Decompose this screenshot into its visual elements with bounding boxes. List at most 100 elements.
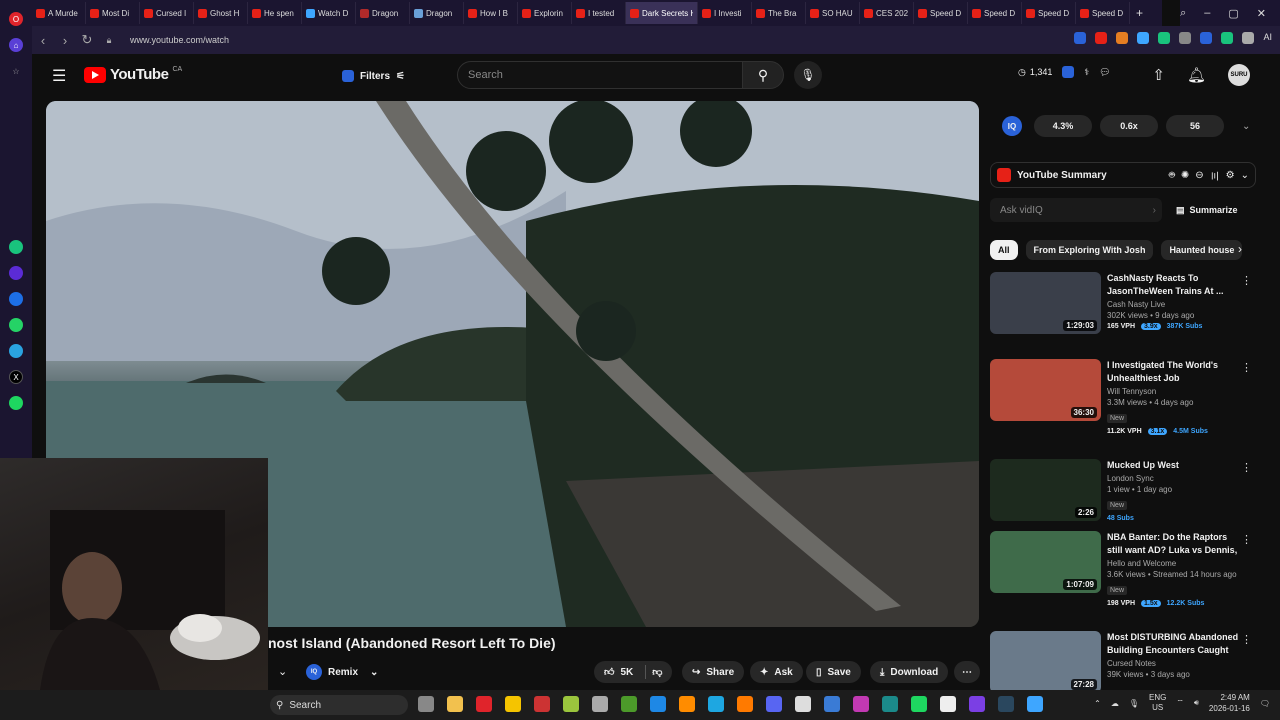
maximize-icon[interactable]: ▢ [1228, 7, 1238, 20]
settings-icon[interactable]: ⚙ [1226, 170, 1235, 181]
search-tabs-icon[interactable]: ⌕ [1180, 7, 1186, 20]
messenger-icon[interactable] [9, 292, 23, 306]
video-thumbnail[interactable]: 36:30 [990, 359, 1101, 421]
robot-icon[interactable]: 🤖︎ [1169, 168, 1175, 182]
video-thumbnail[interactable]: 27:28 [990, 631, 1101, 693]
browser-tab[interactable]: How I B [464, 2, 518, 24]
openai-icon[interactable]: ✺ [1181, 170, 1189, 181]
extension-icon[interactable] [1095, 32, 1108, 44]
reload-icon[interactable]: ↻ [76, 32, 98, 48]
cloud-icon[interactable]: ☁ [1111, 699, 1119, 708]
clock[interactable]: 2:49 AM 2026-01-16 [1209, 692, 1250, 714]
browser-tab[interactable]: Speed D [968, 2, 1022, 24]
browser-tab[interactable]: Explorin [518, 2, 572, 24]
audio-icon[interactable]: 〣 [1210, 168, 1220, 183]
video-thumbnail[interactable]: 1:07:09 [990, 531, 1101, 593]
like-button[interactable]: 👍︎ 5K 👎︎ [594, 661, 673, 683]
forward-icon[interactable]: › [54, 33, 76, 48]
chevron-down-icon[interactable]: ⌄ [1242, 121, 1250, 132]
new-tab-icon[interactable]: + [1136, 6, 1143, 20]
extension-icon[interactable] [1137, 32, 1150, 44]
browser-tab[interactable]: Ghost H [194, 2, 248, 24]
channel-name[interactable]: London Sync [1107, 474, 1243, 483]
telegram-icon[interactable] [9, 344, 23, 358]
channel-name[interactable]: Will Tennyson [1107, 387, 1243, 396]
video-thumbnail[interactable]: 1:29:03 [990, 272, 1101, 334]
x-icon[interactable]: X [9, 370, 23, 384]
app-icon[interactable] [650, 696, 666, 712]
more-actions-button[interactable]: ⋯ [954, 661, 980, 683]
extension-icon[interactable] [1074, 32, 1087, 44]
chevron-down-icon[interactable]: ⌄ [278, 665, 287, 678]
video-title-link[interactable]: Most DISTURBING Abandoned Building Encou… [1107, 631, 1243, 657]
extension-icon[interactable] [1158, 32, 1171, 44]
steam-icon[interactable] [998, 696, 1014, 712]
filter-chip[interactable]: Haunted house [1161, 240, 1243, 260]
app-icon[interactable] [882, 696, 898, 712]
discord-icon[interactable] [766, 696, 782, 712]
app-icon[interactable] [592, 696, 608, 712]
notification-center-icon[interactable]: 🗨︎ [1260, 699, 1270, 708]
app-icon[interactable] [1027, 696, 1043, 712]
browser-tab[interactable]: Most Di [86, 2, 140, 24]
opera-logo-icon[interactable]: O [9, 12, 23, 26]
notifications-icon[interactable]: 🔔︎ [1187, 66, 1206, 84]
ai-label[interactable]: AI [1263, 32, 1272, 44]
ask-vidiq-input[interactable]: Ask vidIQ › [990, 198, 1162, 222]
chevron-right-icon[interactable]: › [1238, 242, 1242, 256]
browser-tab[interactable]: SO HAU [806, 2, 860, 24]
extension-icon[interactable] [1221, 32, 1234, 44]
channel-name[interactable]: Hello and Welcome [1107, 559, 1243, 568]
video-title-link[interactable]: CashNasty Reacts To JasonTheWeen Trains … [1107, 272, 1243, 298]
browser-tab[interactable]: Dragon [410, 2, 464, 24]
browser-tab[interactable]: Speed D [1076, 2, 1130, 24]
chatgpt-icon[interactable] [9, 240, 23, 254]
app-icon[interactable] [969, 696, 985, 712]
app-icon[interactable] [563, 696, 579, 712]
video-title-link[interactable]: I Investigated The World's Unhealthiest … [1107, 359, 1243, 385]
language-indicator[interactable]: ENG US [1149, 693, 1166, 713]
ask-button[interactable]: ✦ Ask [750, 661, 803, 683]
browser-tab[interactable]: Dark Secrets H [626, 2, 698, 24]
more-options-icon[interactable]: ⋮ [1241, 274, 1252, 287]
browser-tab[interactable]: He spen [248, 2, 302, 24]
more-options-icon[interactable]: ⋮ [1241, 461, 1252, 474]
thumbs-down-icon[interactable]: 👎︎ [652, 666, 662, 678]
home-icon[interactable]: ⌂ [9, 38, 23, 52]
close-icon[interactable]: ✕ [1257, 7, 1266, 20]
extension-icon[interactable] [1179, 32, 1192, 44]
more-options-icon[interactable]: ⋮ [1241, 533, 1252, 546]
download-button[interactable]: ⤓ Download [870, 661, 949, 683]
whatsapp-icon[interactable] [9, 318, 23, 332]
channel-name[interactable]: Cash Nasty Live [1107, 300, 1243, 309]
taskbar-search[interactable]: ⚲ Search [270, 695, 408, 715]
video-thumbnail[interactable]: 2:26 [990, 459, 1101, 521]
app-icon[interactable] [940, 696, 956, 712]
minimize-icon[interactable]: – [1204, 7, 1210, 19]
browser-tab[interactable]: I tested [572, 2, 626, 24]
task-view-icon[interactable] [418, 696, 434, 712]
video-title-link[interactable]: Mucked Up West [1107, 459, 1243, 472]
more-options-icon[interactable]: ⋮ [1241, 633, 1252, 646]
browser-tab[interactable]: Speed D [1022, 2, 1076, 24]
wifi-icon[interactable]: ⌔ [1176, 698, 1184, 708]
url-field[interactable]: www.youtube.com/watch [130, 35, 229, 45]
browser-tab[interactable]: Dragon [356, 2, 410, 24]
star-icon[interactable]: ☆ [9, 64, 23, 78]
browser-tab[interactable]: I Investi [698, 2, 752, 24]
menu-icon[interactable]: ☰ [52, 66, 66, 86]
app-icon[interactable] [737, 696, 753, 712]
spotify-icon[interactable] [9, 396, 23, 410]
chat-icon[interactable]: 💬︎ [1099, 67, 1110, 78]
browser-tab[interactable]: The Bra [752, 2, 806, 24]
summarize-button[interactable]: ▤ Summarize [1176, 198, 1238, 222]
browser-tab[interactable]: Speed D [914, 2, 968, 24]
opera-icon[interactable] [476, 696, 492, 712]
bolt-icon[interactable] [505, 696, 521, 712]
app-icon[interactable] [824, 696, 840, 712]
chevron-right-icon[interactable]: › [1153, 205, 1156, 216]
browser-tab[interactable]: Cursed I [140, 2, 194, 24]
app-icon[interactable] [534, 696, 550, 712]
filters-button[interactable]: Filters ⚟ [334, 63, 413, 89]
back-icon[interactable]: ‹ [32, 33, 54, 48]
